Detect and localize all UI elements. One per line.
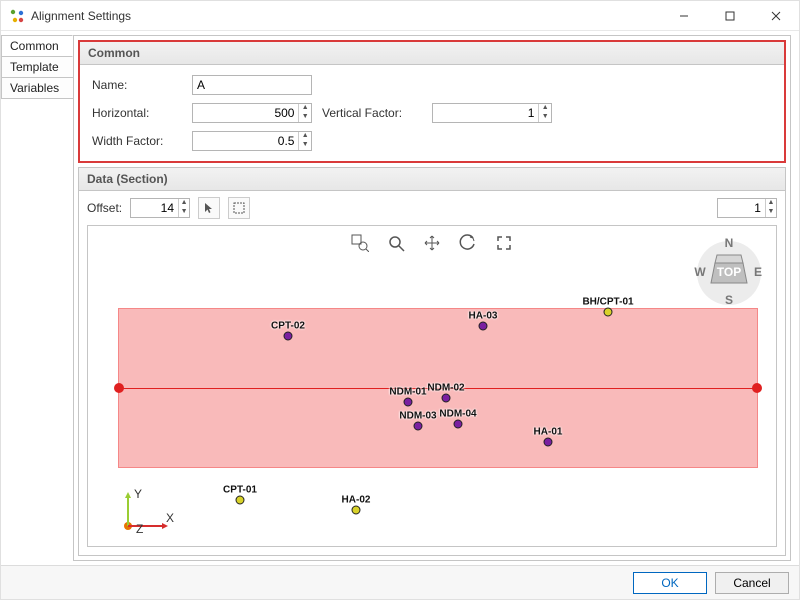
data-point[interactable] [604, 308, 613, 317]
compass-n: N [725, 238, 734, 250]
title-bar: Alignment Settings [1, 1, 799, 31]
data-point-label: HA-02 [342, 495, 371, 506]
data-toolbar: Offset: ▲▼ ▲▼ [79, 191, 785, 225]
data-point[interactable] [404, 398, 413, 407]
cancel-button[interactable]: Cancel [715, 572, 789, 594]
compass-top-label: TOP [717, 265, 741, 279]
window-title: Alignment Settings [31, 9, 661, 23]
select-rect-icon [233, 202, 245, 214]
width-factor-input[interactable] [193, 134, 298, 148]
group-data-section: Data (Section) Offset: ▲▼ ▲▼ [78, 167, 786, 556]
maximize-button[interactable] [707, 1, 753, 30]
name-label: Name: [92, 78, 182, 92]
zoom-window-button[interactable] [349, 232, 371, 254]
spin-up-icon[interactable]: ▲ [299, 132, 311, 141]
window-buttons [661, 1, 799, 30]
spin-up-icon[interactable]: ▲ [179, 199, 189, 208]
alignment-endpoint-left[interactable] [114, 383, 124, 393]
spin-up-icon[interactable]: ▲ [299, 104, 311, 113]
view-toolbar [349, 232, 515, 254]
data-point-label: HA-03 [469, 311, 498, 322]
data-point[interactable] [454, 420, 463, 429]
axis-x-label: X [166, 511, 174, 525]
tab-template[interactable]: Template [1, 56, 73, 78]
pointer-tool-button[interactable] [198, 197, 220, 219]
view-compass[interactable]: TOP N E S W [694, 238, 764, 308]
main-panel: Common Name: Horizontal: ▲▼ Vertical Fac… [73, 35, 791, 561]
data-point[interactable] [442, 394, 451, 403]
fit-button[interactable] [493, 232, 515, 254]
alignment-endpoint-right[interactable] [752, 383, 762, 393]
spin-down-icon[interactable]: ▼ [539, 113, 551, 122]
data-point-label: CPT-01 [223, 485, 257, 496]
compass-e: E [754, 265, 762, 279]
data-point[interactable] [284, 332, 293, 341]
axis-gizmo[interactable]: Y X Z [116, 486, 176, 536]
data-point[interactable] [236, 496, 245, 505]
tab-variables[interactable]: Variables [1, 77, 73, 99]
axis-y-label: Y [134, 487, 142, 501]
spin-down-icon[interactable]: ▼ [299, 113, 311, 122]
offset-label: Offset: [87, 201, 122, 215]
spin-up-icon[interactable]: ▲ [766, 199, 776, 208]
orbit-button[interactable] [457, 232, 479, 254]
spin-down-icon[interactable]: ▼ [179, 208, 189, 217]
data-point[interactable] [479, 322, 488, 331]
vertical-factor-label: Vertical Factor: [322, 106, 422, 120]
app-icon [9, 8, 25, 24]
spin-down-icon[interactable]: ▼ [299, 141, 311, 150]
zoom-button[interactable] [385, 232, 407, 254]
name-input[interactable] [192, 75, 312, 95]
offset-spinner[interactable]: ▲▼ [130, 198, 190, 218]
minimize-button[interactable] [661, 1, 707, 30]
close-button[interactable] [753, 1, 799, 30]
spin-up-icon[interactable]: ▲ [539, 104, 551, 113]
compass-w: W [694, 265, 706, 279]
viewport-3d[interactable]: TOP N E S W CPT-02HA-03BH/CPT-01NDM-01ND [87, 225, 777, 547]
right-spinner[interactable]: ▲▼ [717, 198, 777, 218]
data-point-label: NDM-02 [427, 383, 464, 394]
compass-s: S [725, 293, 733, 307]
side-tabs: Common Template Variables [1, 31, 73, 565]
data-point-label: NDM-03 [399, 411, 436, 422]
data-point-label: NDM-04 [439, 409, 476, 420]
axis-z-label: Z [136, 522, 143, 536]
spin-down-icon[interactable]: ▼ [766, 208, 776, 217]
group-data-heading: Data (Section) [79, 168, 785, 191]
horizontal-input[interactable] [193, 106, 298, 120]
data-point[interactable] [352, 506, 361, 515]
vertical-factor-input[interactable] [433, 106, 538, 120]
offset-input[interactable] [131, 201, 178, 215]
ok-button[interactable]: OK [633, 572, 707, 594]
tab-common[interactable]: Common [1, 35, 73, 57]
data-point[interactable] [414, 422, 423, 431]
horizontal-label: Horizontal: [92, 106, 182, 120]
width-factor-label: Width Factor: [92, 134, 182, 148]
data-point-label: HA-01 [534, 427, 563, 438]
pan-button[interactable] [421, 232, 443, 254]
horizontal-spinner[interactable]: ▲▼ [192, 103, 312, 123]
data-point-label: CPT-02 [271, 321, 305, 332]
pointer-icon [203, 202, 215, 214]
dialog-footer: OK Cancel [1, 565, 799, 599]
group-common: Common Name: Horizontal: ▲▼ Vertical Fac… [78, 40, 786, 163]
data-point-label: NDM-01 [389, 387, 426, 398]
vertical-factor-spinner[interactable]: ▲▼ [432, 103, 552, 123]
group-common-heading: Common [80, 42, 784, 65]
data-point-label: BH/CPT-01 [582, 297, 633, 308]
width-factor-spinner[interactable]: ▲▼ [192, 131, 312, 151]
right-spinner-input[interactable] [718, 201, 765, 215]
data-point[interactable] [544, 438, 553, 447]
select-rect-tool-button[interactable] [228, 197, 250, 219]
